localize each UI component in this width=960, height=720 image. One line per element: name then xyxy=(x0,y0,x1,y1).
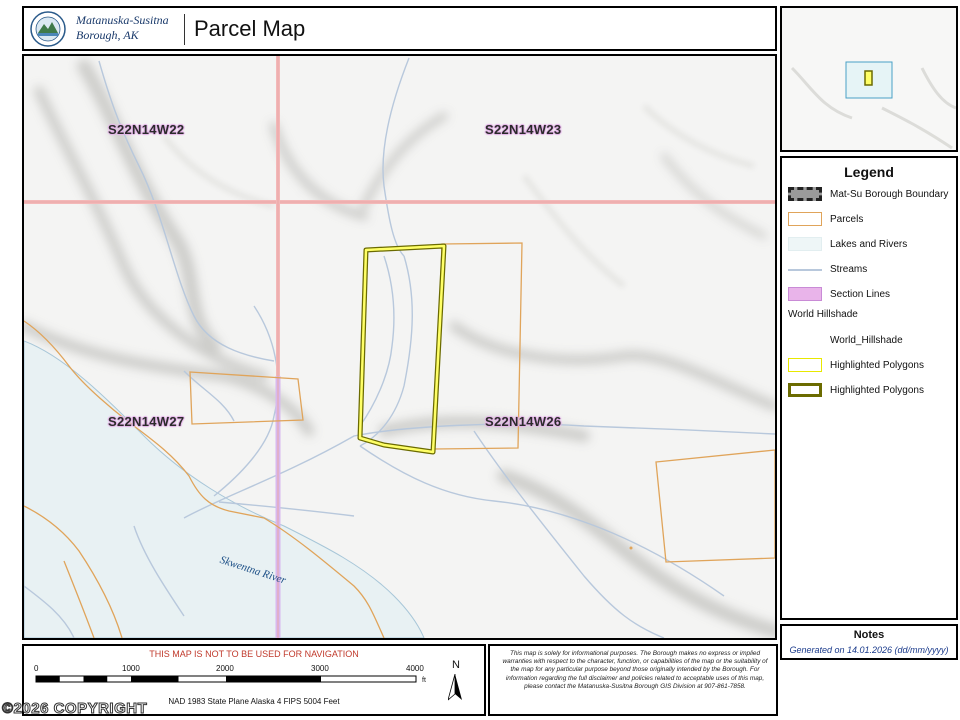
borough-boundary-swatch xyxy=(788,187,822,201)
navigation-warning: THIS MAP IS NOT TO BE USED FOR NAVIGATIO… xyxy=(149,649,359,659)
org-line-1: Matanuska-Susitna xyxy=(76,13,169,27)
highlight-light-swatch xyxy=(788,358,822,372)
page-title: Parcel Map xyxy=(194,16,306,41)
parcel-point xyxy=(629,546,633,550)
legend-panel: Legend Mat-Su Borough Boundary Parcels L… xyxy=(780,156,958,620)
scale-bar xyxy=(35,675,417,683)
section-label-w22: S22N14W22 xyxy=(108,122,185,137)
north-label: N xyxy=(452,659,460,671)
borough-seal-icon xyxy=(30,11,66,47)
north-arrow-icon xyxy=(448,674,462,701)
disclaimer-text: This map is solely for informational pur… xyxy=(502,650,768,690)
section-label-w26: S22N14W26 xyxy=(485,414,562,429)
notes-panel: Notes Generated on 14.01.2026 (dd/mm/yyy… xyxy=(780,624,958,660)
legend-title: Legend xyxy=(844,164,894,180)
section-label-w23: S22N14W23 xyxy=(485,122,562,137)
parcels-swatch xyxy=(788,212,822,226)
lakes-swatch xyxy=(788,237,822,251)
generated-date: Generated on 14.01.2026 (dd/mm/yyyy) xyxy=(789,645,949,655)
section-label-w27: S22N14W27 xyxy=(108,414,185,429)
map-layers xyxy=(24,56,775,638)
map-header: Matanuska-Susitna Borough, AK Parcel Map xyxy=(22,6,777,51)
streams-swatch xyxy=(788,269,822,271)
overview-highlight xyxy=(864,70,873,86)
copyright-watermark: ©2026 COPYRIGHT xyxy=(1,700,148,718)
overview-map[interactable] xyxy=(780,6,958,152)
notes-title: Notes xyxy=(853,629,885,641)
scale-panel: THIS MAP IS NOT TO BE USED FOR NAVIGATIO… xyxy=(1,644,486,718)
header-divider xyxy=(184,14,185,45)
legend-group-hillshade: World Hillshade xyxy=(788,309,858,320)
scale-unit: ft xyxy=(422,677,426,684)
organization-name: Matanuska-Susitna Borough, AK xyxy=(76,13,169,43)
disclaimer-panel: This map is solely for informational pur… xyxy=(488,644,778,716)
highlight-dark-swatch xyxy=(788,383,822,397)
section-lines-swatch xyxy=(788,287,822,301)
overview-layers xyxy=(790,61,956,150)
org-line-2: Borough, AK xyxy=(76,28,139,42)
map-canvas[interactable]: S22N14W22 S22N14W23 S22N14W27 S22N14W26 … xyxy=(22,54,777,640)
